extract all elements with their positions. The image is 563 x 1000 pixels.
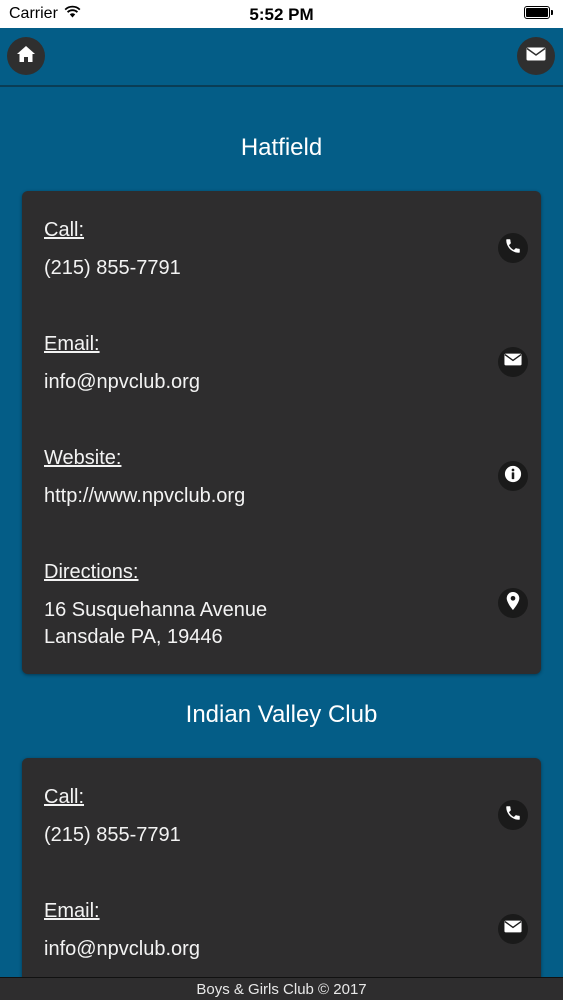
directions-label: Directions:	[44, 561, 139, 583]
info-icon	[504, 465, 522, 488]
website-button[interactable]	[498, 461, 528, 491]
location-pin-icon	[506, 591, 520, 615]
footer: Boys & Girls Club © 2017	[0, 977, 563, 1000]
content-area: Hatfield Call: (215) 855-7791 Email: inf…	[0, 89, 563, 977]
home-icon	[16, 45, 36, 68]
email-button[interactable]	[498, 347, 528, 377]
website-label: Website:	[44, 447, 122, 469]
mail-icon	[526, 47, 546, 66]
status-bar: Carrier 5:52 PM	[0, 0, 563, 28]
location-title-indian-valley: Indian Valley Club	[185, 701, 378, 728]
phone-icon	[504, 237, 522, 260]
home-button[interactable]	[7, 37, 45, 75]
nav-bar	[0, 28, 563, 87]
call-label: Call:	[44, 786, 85, 808]
address-line-1: 16 Susquehanna Avenue	[44, 599, 268, 621]
call-label: Call:	[44, 219, 85, 241]
website-value[interactable]: http://www.npvclub.org	[44, 483, 245, 510]
mail-button[interactable]	[517, 37, 555, 75]
phone-icon	[504, 804, 522, 827]
call-row[interactable]: Call: (215) 855-7791	[22, 219, 541, 289]
email-row[interactable]: Email: info@npvclub.org	[22, 333, 541, 403]
address-value[interactable]: 16 Susquehanna Avenue Lansdale PA, 19446	[44, 597, 267, 651]
phone-value[interactable]: (215) 855-7791	[44, 822, 181, 849]
website-row[interactable]: Website: http://www.npvclub.org	[22, 447, 541, 517]
phone-button[interactable]	[498, 233, 528, 263]
location-card-indian-valley: Call: (215) 855-7791 Email: info@npvclub…	[22, 758, 541, 977]
address-line-2: Lansdale PA, 19446	[44, 626, 223, 648]
email-value[interactable]: info@npvclub.org	[44, 936, 200, 963]
phone-value[interactable]: (215) 855-7791	[44, 255, 181, 282]
mail-icon	[504, 353, 522, 371]
status-time: 5:52 PM	[249, 5, 314, 24]
battery-icon	[524, 6, 553, 19]
location-card-hatfield: Call: (215) 855-7791 Email: info@npvclub…	[22, 191, 541, 674]
email-label: Email:	[44, 900, 100, 922]
call-row[interactable]: Call: (215) 855-7791	[22, 786, 541, 856]
email-value[interactable]: info@npvclub.org	[44, 369, 200, 396]
mail-icon	[504, 920, 522, 938]
email-row[interactable]: Email: info@npvclub.org	[22, 900, 541, 970]
directions-row[interactable]: Directions: 16 Susquehanna Avenue Lansda…	[22, 561, 541, 651]
phone-button[interactable]	[498, 800, 528, 830]
email-label: Email:	[44, 333, 100, 355]
email-button[interactable]	[498, 914, 528, 944]
location-title-hatfield: Hatfield	[240, 134, 323, 161]
directions-button[interactable]	[498, 588, 528, 618]
